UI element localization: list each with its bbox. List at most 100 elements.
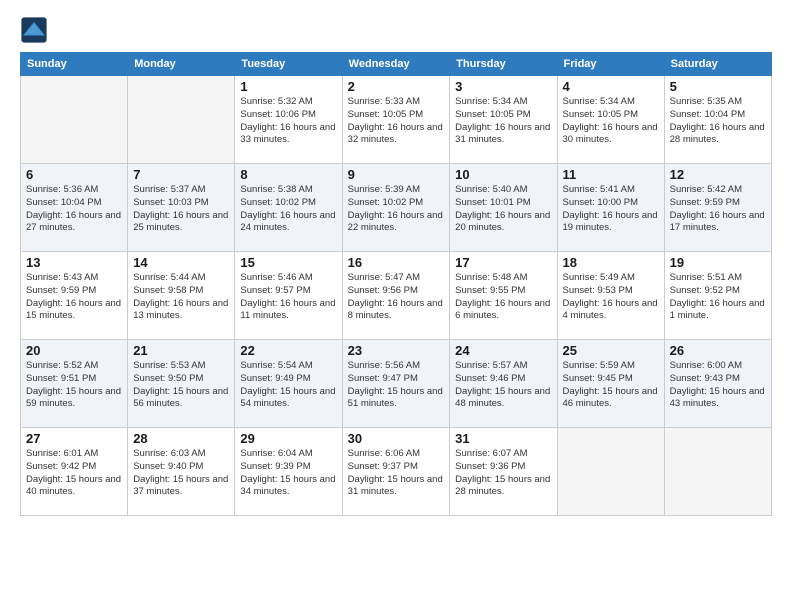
day-info: Sunrise: 6:07 AM Sunset: 9:36 PM Dayligh… xyxy=(455,448,551,499)
day-info: Sunrise: 5:48 AM Sunset: 9:55 PM Dayligh… xyxy=(455,272,551,323)
calendar-week-row: 13 Sunrise: 5:43 AM Sunset: 9:59 PM Dayli… xyxy=(21,252,772,340)
day-number: 2 xyxy=(348,79,445,94)
calendar-header-row: SundayMondayTuesdayWednesdayThursdayFrid… xyxy=(21,53,772,76)
calendar-cell: 5Sunrise: 5:35 AM Sunset: 10:04 PM Dayli… xyxy=(664,76,771,164)
calendar-cell: 1 Sunrise: 5:32 AM Sunset: 10:06 PM Dayli… xyxy=(235,76,342,164)
weekday-header: Friday xyxy=(557,53,664,76)
day-info: Sunrise: 5:34 AM Sunset: 10:05 PM Daylig… xyxy=(455,96,551,147)
calendar-cell: 13 Sunrise: 5:43 AM Sunset: 9:59 PM Dayli… xyxy=(21,252,128,340)
day-info: Sunrise: 5:37 AM Sunset: 10:03 PM Daylig… xyxy=(133,184,229,235)
calendar-week-row: 6Sunrise: 5:36 AM Sunset: 10:04 PM Dayli… xyxy=(21,164,772,252)
day-info: Sunrise: 6:03 AM Sunset: 9:40 PM Dayligh… xyxy=(133,448,229,499)
calendar-cell: 15Sunrise: 5:46 AM Sunset: 9:57 PM Dayli… xyxy=(235,252,342,340)
calendar-cell: 7 Sunrise: 5:37 AM Sunset: 10:03 PM Dayli… xyxy=(128,164,235,252)
day-info: Sunrise: 5:42 AM Sunset: 9:59 PM Dayligh… xyxy=(670,184,766,235)
day-info: Sunrise: 6:00 AM Sunset: 9:43 PM Dayligh… xyxy=(670,360,766,411)
calendar-cell: 30 Sunrise: 6:06 AM Sunset: 9:37 PM Dayli… xyxy=(342,428,450,516)
calendar-cell: 18Sunrise: 5:49 AM Sunset: 9:53 PM Dayli… xyxy=(557,252,664,340)
day-info: Sunrise: 5:41 AM Sunset: 10:00 PM Daylig… xyxy=(563,184,659,235)
day-number: 15 xyxy=(240,255,336,270)
calendar-cell: 23 Sunrise: 5:56 AM Sunset: 9:47 PM Dayli… xyxy=(342,340,450,428)
weekday-header: Wednesday xyxy=(342,53,450,76)
calendar-cell: 6Sunrise: 5:36 AM Sunset: 10:04 PM Dayli… xyxy=(21,164,128,252)
calendar-week-row: 1 Sunrise: 5:32 AM Sunset: 10:06 PM Dayli… xyxy=(21,76,772,164)
day-number: 1 xyxy=(240,79,336,94)
day-info: Sunrise: 6:04 AM Sunset: 9:39 PM Dayligh… xyxy=(240,448,336,499)
calendar-cell: 3 Sunrise: 5:34 AM Sunset: 10:05 PM Dayli… xyxy=(450,76,557,164)
calendar-cell xyxy=(557,428,664,516)
calendar-cell: 17 Sunrise: 5:48 AM Sunset: 9:55 PM Dayli… xyxy=(450,252,557,340)
calendar-cell xyxy=(128,76,235,164)
day-number: 22 xyxy=(240,343,336,358)
calendar-cell: 24 Sunrise: 5:57 AM Sunset: 9:46 PM Dayli… xyxy=(450,340,557,428)
day-number: 11 xyxy=(563,167,659,182)
calendar-cell: 31Sunrise: 6:07 AM Sunset: 9:36 PM Dayli… xyxy=(450,428,557,516)
calendar-cell: 9Sunrise: 5:39 AM Sunset: 10:02 PM Dayli… xyxy=(342,164,450,252)
calendar-cell: 20Sunrise: 5:52 AM Sunset: 9:51 PM Dayli… xyxy=(21,340,128,428)
calendar-cell: 27Sunrise: 6:01 AM Sunset: 9:42 PM Dayli… xyxy=(21,428,128,516)
weekday-header: Sunday xyxy=(21,53,128,76)
calendar-cell: 22Sunrise: 5:54 AM Sunset: 9:49 PM Dayli… xyxy=(235,340,342,428)
day-number: 4 xyxy=(563,79,659,94)
day-number: 29 xyxy=(240,431,336,446)
day-info: Sunrise: 5:34 AM Sunset: 10:05 PM Daylig… xyxy=(563,96,659,147)
day-info: Sunrise: 5:59 AM Sunset: 9:45 PM Dayligh… xyxy=(563,360,659,411)
day-number: 6 xyxy=(26,167,122,182)
day-number: 3 xyxy=(455,79,551,94)
logo xyxy=(20,16,50,44)
day-number: 25 xyxy=(563,343,659,358)
calendar: SundayMondayTuesdayWednesdayThursdayFrid… xyxy=(20,52,772,516)
calendar-cell: 4 Sunrise: 5:34 AM Sunset: 10:05 PM Dayli… xyxy=(557,76,664,164)
day-number: 7 xyxy=(133,167,229,182)
calendar-cell: 26 Sunrise: 6:00 AM Sunset: 9:43 PM Dayli… xyxy=(664,340,771,428)
day-number: 30 xyxy=(348,431,445,446)
header xyxy=(20,16,772,44)
calendar-cell xyxy=(21,76,128,164)
calendar-cell: 28 Sunrise: 6:03 AM Sunset: 9:40 PM Dayli… xyxy=(128,428,235,516)
calendar-week-row: 27Sunrise: 6:01 AM Sunset: 9:42 PM Dayli… xyxy=(21,428,772,516)
calendar-cell: 11 Sunrise: 5:41 AM Sunset: 10:00 PM Dayl… xyxy=(557,164,664,252)
logo-icon xyxy=(20,16,48,44)
day-info: Sunrise: 5:57 AM Sunset: 9:46 PM Dayligh… xyxy=(455,360,551,411)
day-info: Sunrise: 5:33 AM Sunset: 10:05 PM Daylig… xyxy=(348,96,445,147)
day-number: 20 xyxy=(26,343,122,358)
day-info: Sunrise: 5:53 AM Sunset: 9:50 PM Dayligh… xyxy=(133,360,229,411)
day-number: 12 xyxy=(670,167,766,182)
calendar-cell: 29 Sunrise: 6:04 AM Sunset: 9:39 PM Dayli… xyxy=(235,428,342,516)
day-number: 28 xyxy=(133,431,229,446)
calendar-cell: 25 Sunrise: 5:59 AM Sunset: 9:45 PM Dayli… xyxy=(557,340,664,428)
calendar-cell: 19 Sunrise: 5:51 AM Sunset: 9:52 PM Dayli… xyxy=(664,252,771,340)
day-number: 24 xyxy=(455,343,551,358)
calendar-cell: 12 Sunrise: 5:42 AM Sunset: 9:59 PM Dayli… xyxy=(664,164,771,252)
weekday-header: Saturday xyxy=(664,53,771,76)
weekday-header: Thursday xyxy=(450,53,557,76)
day-info: Sunrise: 5:56 AM Sunset: 9:47 PM Dayligh… xyxy=(348,360,445,411)
day-info: Sunrise: 5:40 AM Sunset: 10:01 PM Daylig… xyxy=(455,184,551,235)
day-number: 23 xyxy=(348,343,445,358)
day-info: Sunrise: 5:51 AM Sunset: 9:52 PM Dayligh… xyxy=(670,272,766,323)
day-number: 17 xyxy=(455,255,551,270)
calendar-cell: 2 Sunrise: 5:33 AM Sunset: 10:05 PM Dayli… xyxy=(342,76,450,164)
day-number: 19 xyxy=(670,255,766,270)
day-info: Sunrise: 6:06 AM Sunset: 9:37 PM Dayligh… xyxy=(348,448,445,499)
page: SundayMondayTuesdayWednesdayThursdayFrid… xyxy=(0,0,792,526)
day-info: Sunrise: 5:43 AM Sunset: 9:59 PM Dayligh… xyxy=(26,272,122,323)
weekday-header: Tuesday xyxy=(235,53,342,76)
day-info: Sunrise: 5:32 AM Sunset: 10:06 PM Daylig… xyxy=(240,96,336,147)
day-number: 9 xyxy=(348,167,445,182)
calendar-cell: 16Sunrise: 5:47 AM Sunset: 9:56 PM Dayli… xyxy=(342,252,450,340)
calendar-week-row: 20Sunrise: 5:52 AM Sunset: 9:51 PM Dayli… xyxy=(21,340,772,428)
calendar-cell: 14Sunrise: 5:44 AM Sunset: 9:58 PM Dayli… xyxy=(128,252,235,340)
weekday-header: Monday xyxy=(128,53,235,76)
day-number: 21 xyxy=(133,343,229,358)
day-info: Sunrise: 5:38 AM Sunset: 10:02 PM Daylig… xyxy=(240,184,336,235)
day-number: 27 xyxy=(26,431,122,446)
calendar-cell xyxy=(664,428,771,516)
day-number: 18 xyxy=(563,255,659,270)
day-number: 8 xyxy=(240,167,336,182)
day-number: 16 xyxy=(348,255,445,270)
day-number: 10 xyxy=(455,167,551,182)
day-number: 13 xyxy=(26,255,122,270)
day-number: 5 xyxy=(670,79,766,94)
day-number: 26 xyxy=(670,343,766,358)
